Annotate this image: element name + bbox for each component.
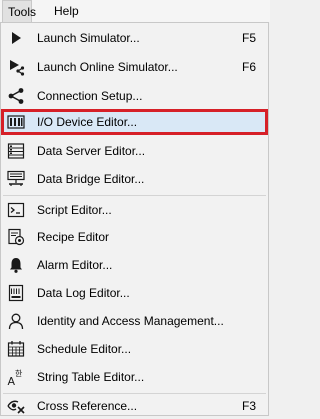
- menu-item-label: Data Log Editor...: [37, 286, 130, 300]
- menu-item-string-table-editor[interactable]: A 한 String Table Editor...: [1, 364, 268, 390]
- menu-item-label: Data Server Editor...: [37, 144, 146, 158]
- menu-item-launch-online-simulator[interactable]: Launch Online Simulator... F6: [1, 54, 268, 80]
- menu-item-label: Schedule Editor...: [37, 342, 132, 356]
- calendar-icon: [7, 340, 25, 358]
- script-icon: [7, 201, 25, 219]
- recipe-icon: [7, 228, 25, 246]
- menu-item-label: Identity and Access Management...: [37, 314, 224, 328]
- menu-item-schedule-editor[interactable]: Schedule Editor...: [1, 336, 268, 362]
- menu-item-label: String Table Editor...: [37, 370, 145, 384]
- menu-item-label: Data Bridge Editor...: [37, 172, 145, 186]
- menu-item-label: Cross Reference...: [37, 399, 138, 413]
- menu-item-label: I/O Device Editor...: [37, 115, 138, 129]
- menu-separator: [3, 195, 266, 196]
- bell-icon: [7, 256, 25, 274]
- menu-item-label: Connection Setup...: [37, 89, 143, 103]
- online-simulator-icon: [7, 58, 25, 76]
- menu-item-recipe-editor[interactable]: Recipe Editor: [1, 224, 268, 250]
- menu-item-data-log-editor[interactable]: Data Log Editor...: [1, 280, 268, 306]
- menu-item-data-server-editor[interactable]: Data Server Editor...: [1, 138, 268, 164]
- menu-item-data-bridge-editor[interactable]: Data Bridge Editor...: [1, 166, 268, 192]
- data-log-icon: [7, 284, 25, 302]
- menu-help[interactable]: Help: [48, 0, 85, 22]
- menu-bar: Tools Help: [0, 0, 270, 22]
- menu-item-identity-access-management[interactable]: Identity and Access Management...: [1, 308, 268, 334]
- menu-item-label: Launch Simulator...: [37, 31, 140, 45]
- menu-item-cross-reference[interactable]: Cross Reference... F3: [1, 393, 268, 419]
- menu-item-script-editor[interactable]: Script Editor...: [1, 197, 268, 223]
- data-bridge-icon: [7, 170, 25, 188]
- io-device-icon: [7, 113, 25, 131]
- user-icon: [7, 312, 25, 330]
- menu-item-label: Script Editor...: [37, 203, 112, 217]
- share-icon: [7, 87, 25, 105]
- menu-item-shortcut: F6: [241, 60, 256, 74]
- menu-item-label: Launch Online Simulator...: [37, 60, 178, 74]
- menu-item-shortcut: F5: [241, 31, 256, 45]
- menu-item-label: Alarm Editor...: [37, 258, 113, 272]
- menu-item-shortcut: F3: [241, 399, 256, 413]
- string-table-icon: A 한: [7, 368, 25, 387]
- svg-text:한: 한: [15, 370, 23, 379]
- menu-item-io-device-editor[interactable]: I/O Device Editor...: [1, 109, 268, 135]
- menu-tools[interactable]: Tools: [2, 0, 36, 22]
- tools-dropdown-menu: Launch Simulator... F5 Launch Online Sim…: [0, 22, 269, 416]
- cross-reference-icon: [7, 397, 25, 415]
- menu-item-label: Recipe Editor: [37, 230, 110, 244]
- menu-item-connection-setup[interactable]: Connection Setup...: [1, 83, 268, 109]
- menu-item-alarm-editor[interactable]: Alarm Editor...: [1, 252, 268, 278]
- menu-item-launch-simulator[interactable]: Launch Simulator... F5: [1, 25, 268, 51]
- data-server-icon: [7, 142, 25, 160]
- play-icon: [7, 29, 25, 47]
